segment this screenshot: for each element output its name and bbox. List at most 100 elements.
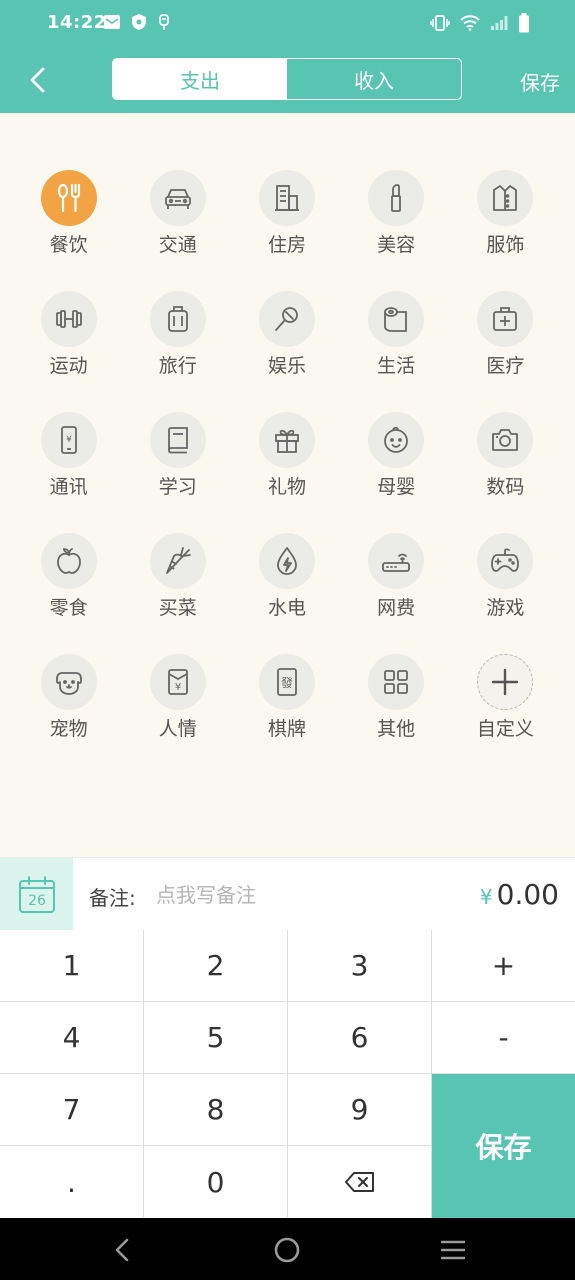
chevron-left-icon bbox=[30, 67, 45, 93]
tissue-roll-icon bbox=[368, 291, 425, 347]
category-item[interactable]: 自定义 bbox=[451, 654, 560, 741]
svg-text:¥: ¥ bbox=[175, 682, 181, 693]
key-9[interactable]: 9 bbox=[288, 1074, 432, 1146]
tab-expense[interactable]: 支出 bbox=[113, 59, 287, 99]
category-label: 住房 bbox=[267, 234, 306, 256]
category-label: 数码 bbox=[486, 476, 525, 498]
category-label: 人情 bbox=[158, 718, 197, 740]
category-grid: 餐饮 交通 住房 美容 服饰 运动 旅行 娱乐 生活 医疗 ¥ 通讯 学习 礼物… bbox=[14, 170, 560, 741]
category-item[interactable]: 运动 bbox=[14, 291, 123, 378]
key-2[interactable]: 2 bbox=[144, 930, 288, 1002]
category-label: 餐饮 bbox=[49, 234, 88, 256]
category-item[interactable]: 宠物 bbox=[14, 654, 123, 741]
category-item[interactable]: 买菜 bbox=[123, 533, 232, 620]
category-item[interactable]: 美容 bbox=[342, 170, 451, 257]
wifi-icon bbox=[460, 15, 480, 35]
system-nav-bar bbox=[0, 1218, 575, 1280]
calendar-day: 26 bbox=[28, 893, 46, 909]
category-label: 学习 bbox=[158, 476, 197, 498]
currency-symbol: ¥ bbox=[479, 885, 493, 909]
key-minus[interactable]: - bbox=[432, 1002, 575, 1074]
key-backspace[interactable] bbox=[288, 1146, 432, 1218]
key-3[interactable]: 3 bbox=[288, 930, 432, 1002]
header-save-button[interactable]: 保存 bbox=[520, 67, 560, 96]
category-item[interactable]: 交通 bbox=[123, 170, 232, 257]
water-electric-icon bbox=[258, 533, 315, 589]
type-segmented-control: 支出 收入 bbox=[112, 58, 462, 100]
key-8[interactable]: 8 bbox=[144, 1074, 288, 1146]
category-label: 零食 bbox=[49, 597, 88, 619]
category-item[interactable]: ¥ 通讯 bbox=[14, 412, 123, 499]
category-item[interactable]: 住房 bbox=[232, 170, 341, 257]
category-label: 交通 bbox=[158, 234, 197, 256]
note-label: 备注: bbox=[89, 886, 136, 910]
status-icons-left bbox=[103, 13, 171, 35]
svg-text:¥: ¥ bbox=[66, 435, 72, 445]
status-icons-right bbox=[430, 13, 530, 37]
key-4[interactable]: 4 bbox=[0, 1002, 144, 1074]
nav-home-button[interactable] bbox=[271, 1234, 303, 1266]
category-label: 网费 bbox=[377, 597, 416, 619]
category-item[interactable]: 数码 bbox=[451, 412, 560, 499]
nav-back-icon bbox=[115, 1238, 129, 1262]
note-input[interactable] bbox=[156, 878, 416, 912]
category-item[interactable]: 零食 bbox=[14, 533, 123, 620]
key-1[interactable]: 1 bbox=[0, 930, 144, 1002]
key-dot[interactable]: . bbox=[0, 1146, 144, 1218]
category-item[interactable]: 网费 bbox=[342, 533, 451, 620]
category-item[interactable]: ¥ 人情 bbox=[123, 654, 232, 741]
key-5[interactable]: 5 bbox=[144, 1002, 288, 1074]
category-item[interactable]: 餐饮 bbox=[14, 170, 123, 257]
router-icon bbox=[368, 533, 425, 589]
nav-menu-icon bbox=[441, 1240, 465, 1260]
category-item[interactable]: 生活 bbox=[342, 291, 451, 378]
keypad: 1 2 3 + 4 5 6 - 7 8 9 . 0 保存 bbox=[0, 930, 575, 1218]
category-item[interactable]: 水电 bbox=[232, 533, 341, 620]
keypad-save-button[interactable]: 保存 bbox=[432, 1074, 575, 1218]
category-label: 旅行 bbox=[158, 355, 197, 377]
category-label: 美容 bbox=[377, 234, 416, 256]
shirt-icon bbox=[477, 170, 534, 226]
car-icon bbox=[149, 170, 206, 226]
category-item[interactable]: 發 棋牌 bbox=[232, 654, 341, 741]
red-envelope-icon: ¥ bbox=[149, 654, 206, 710]
utensils-icon bbox=[40, 170, 97, 226]
category-item[interactable]: 医疗 bbox=[451, 291, 560, 378]
category-item[interactable]: 服饰 bbox=[451, 170, 560, 257]
category-item[interactable]: 礼物 bbox=[232, 412, 341, 499]
category-item[interactable]: 母婴 bbox=[342, 412, 451, 499]
category-item[interactable]: 旅行 bbox=[123, 291, 232, 378]
category-item[interactable]: 其他 bbox=[342, 654, 451, 741]
category-label: 棋牌 bbox=[267, 718, 306, 740]
header: 支出 收入 保存 bbox=[0, 48, 575, 113]
key-7[interactable]: 7 bbox=[0, 1074, 144, 1146]
key-6[interactable]: 6 bbox=[288, 1002, 432, 1074]
back-button[interactable] bbox=[22, 64, 52, 96]
category-label: 医疗 bbox=[486, 355, 525, 377]
category-item[interactable]: 娱乐 bbox=[232, 291, 341, 378]
tab-income[interactable]: 收入 bbox=[287, 59, 461, 99]
microphone-icon bbox=[258, 291, 315, 347]
category-item[interactable]: 游戏 bbox=[451, 533, 560, 620]
nav-menu-button[interactable] bbox=[437, 1234, 469, 1266]
category-label: 自定义 bbox=[476, 718, 534, 740]
lipstick-icon bbox=[368, 170, 425, 226]
amount-display: ¥ 0.00 bbox=[480, 878, 559, 911]
apple-icon bbox=[40, 533, 97, 589]
gamepad-icon bbox=[477, 533, 534, 589]
nav-home-icon bbox=[274, 1237, 300, 1263]
book-icon bbox=[149, 412, 206, 468]
key-0[interactable]: 0 bbox=[144, 1146, 288, 1218]
category-label: 生活 bbox=[377, 355, 416, 377]
vibrate-icon bbox=[430, 14, 450, 36]
date-picker-button[interactable]: 26 bbox=[0, 858, 73, 931]
category-label: 服饰 bbox=[486, 234, 525, 256]
grid-icon bbox=[368, 654, 425, 710]
building-icon bbox=[258, 170, 315, 226]
amount-value: 0.00 bbox=[496, 878, 559, 911]
backspace-icon bbox=[344, 1172, 374, 1192]
category-item[interactable]: 学习 bbox=[123, 412, 232, 499]
key-plus[interactable]: + bbox=[432, 930, 575, 1002]
nav-back-button[interactable] bbox=[106, 1234, 138, 1266]
mahjong-icon: 發 bbox=[258, 654, 315, 710]
